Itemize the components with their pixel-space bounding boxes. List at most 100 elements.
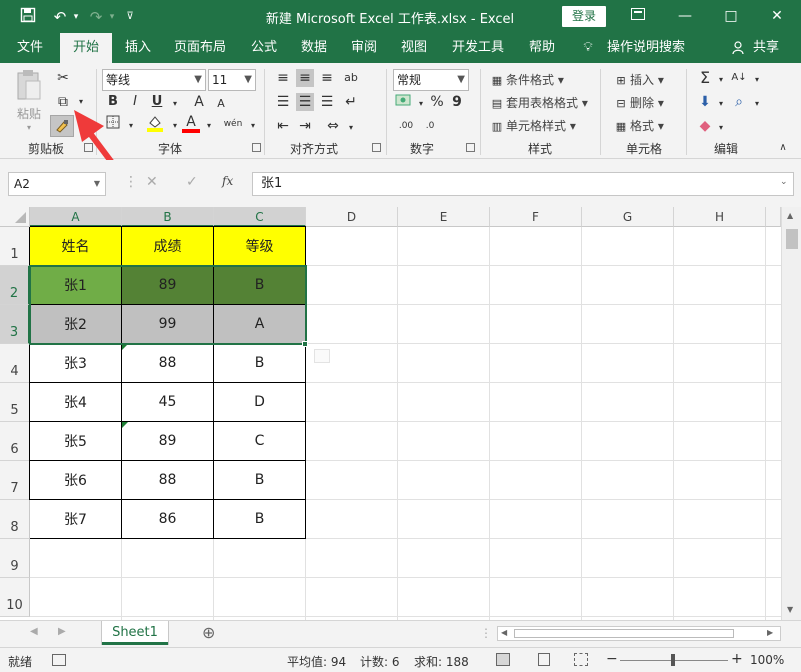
scroll-right-icon[interactable]: ▶ <box>767 628 773 637</box>
increase-indent-icon[interactable]: ⇥ <box>296 117 314 135</box>
cell-a5[interactable]: 张4 <box>30 383 122 422</box>
cell-c2[interactable]: B <box>214 266 306 305</box>
minimize-button[interactable]: — <box>662 0 708 33</box>
select-all-corner[interactable] <box>0 207 30 227</box>
borders-dropdown-icon[interactable]: ▾ <box>122 117 140 135</box>
underline-button[interactable]: U <box>148 93 166 111</box>
enter-icon[interactable]: ✓ <box>186 174 198 190</box>
sort-dropdown-icon[interactable]: ▾ <box>748 71 766 89</box>
cell-b6[interactable]: 89 <box>122 422 214 461</box>
font-size-select[interactable]: 11 ▼ <box>208 69 256 91</box>
ribbon-display-icon[interactable] <box>615 0 661 33</box>
sort-filter-icon[interactable]: A↓ <box>730 69 748 87</box>
cell-a7[interactable]: 张6 <box>30 461 122 500</box>
drag-handle-icon[interactable]: ⋮ <box>124 174 138 190</box>
clipboard-launcher-icon[interactable] <box>84 143 93 152</box>
quick-analysis-icon[interactable] <box>314 349 330 363</box>
cell-styles-button[interactable]: ▥ 单元格样式 ▾ <box>488 117 576 136</box>
cell-b4[interactable]: 88 <box>122 344 214 383</box>
cell-a4[interactable]: 张3 <box>30 344 122 383</box>
delete-cells-button[interactable]: ⊟ 删除 ▾ <box>612 94 663 113</box>
tell-me-search[interactable]: 操作说明搜索 <box>604 33 688 63</box>
alignment-launcher-icon[interactable] <box>372 143 381 152</box>
error-indicator-icon[interactable] <box>122 422 128 428</box>
align-right-icon[interactable]: ☰ <box>318 93 336 111</box>
horizontal-scrollbar[interactable]: ◀ ▶ <box>497 626 781 641</box>
font-color-dropdown-icon[interactable]: ▾ <box>200 117 218 135</box>
name-box[interactable]: A2 ▼ <box>8 172 106 196</box>
phonetic-dropdown-icon[interactable]: ▾ <box>244 117 262 135</box>
column-header-a[interactable]: A <box>30 207 122 227</box>
sheet-tab-sheet1[interactable]: Sheet1 <box>102 621 168 645</box>
tab-developer[interactable]: 开发工具 <box>446 33 510 63</box>
tab-page-layout[interactable]: 页面布局 <box>168 33 232 63</box>
normal-view-icon[interactable] <box>496 653 510 666</box>
cell-a2[interactable]: 张1 <box>30 266 122 305</box>
cell-b8[interactable]: 86 <box>122 500 214 539</box>
vertical-scroll-thumb[interactable] <box>786 229 798 249</box>
row-header-8[interactable]: 8 <box>0 500 30 539</box>
zoom-slider-thumb[interactable] <box>671 654 675 666</box>
borders-icon[interactable] <box>104 115 122 133</box>
cancel-icon[interactable]: ✕ <box>146 174 158 190</box>
number-format-select[interactable]: 常规 ▼ <box>393 69 469 91</box>
clear-dropdown-icon[interactable]: ▾ <box>712 119 730 137</box>
column-header-h[interactable]: H <box>674 207 766 227</box>
find-select-icon[interactable]: ⌕ <box>730 93 748 111</box>
insert-cells-button[interactable]: ⊞ 插入 ▾ <box>612 71 663 90</box>
share-button[interactable]: 共享 <box>750 33 782 63</box>
autosum-dropdown-icon[interactable]: ▾ <box>712 71 730 89</box>
row-header-10[interactable]: 10 <box>0 578 30 617</box>
cell-b3[interactable]: 99 <box>122 305 214 344</box>
maximize-button[interactable]: □ <box>708 0 754 33</box>
decrease-indent-icon[interactable]: ⇤ <box>274 117 292 135</box>
fill-dropdown-icon[interactable]: ▾ <box>712 95 730 113</box>
column-header-d[interactable]: D <box>306 207 398 227</box>
horizontal-scroll-thumb[interactable] <box>514 629 734 638</box>
tab-formulas[interactable]: 公式 <box>244 33 284 63</box>
scroll-down-icon[interactable]: ▼ <box>787 605 793 614</box>
row-header-3[interactable]: 3 <box>0 305 30 344</box>
bold-button[interactable]: B <box>104 93 122 111</box>
cell-a8[interactable]: 张7 <box>30 500 122 539</box>
increase-decimal-icon[interactable]: .00 <box>396 117 416 135</box>
cell-a3[interactable]: 张2 <box>30 305 122 344</box>
page-layout-view-icon[interactable] <box>538 653 550 666</box>
tab-home[interactable]: 开始 <box>60 33 112 64</box>
find-dropdown-icon[interactable]: ▾ <box>748 95 766 113</box>
italic-button[interactable]: I <box>126 93 144 111</box>
row-header-5[interactable]: 5 <box>0 383 30 422</box>
insert-function-button[interactable]: fx <box>222 174 233 188</box>
shrink-font-button[interactable]: A <box>212 95 230 113</box>
conditional-formatting-button[interactable]: ▦ 条件格式 ▾ <box>488 71 564 90</box>
zoom-level[interactable]: 100% <box>750 653 784 667</box>
underline-dropdown-icon[interactable]: ▾ <box>166 95 184 113</box>
cell-a1[interactable]: 姓名 <box>30 227 122 266</box>
grow-font-button[interactable]: A <box>190 93 208 111</box>
row-header-1[interactable]: 1 <box>0 227 30 266</box>
scroll-up-icon[interactable]: ▲ <box>787 211 793 220</box>
next-sheet-icon[interactable]: ▶ <box>58 626 66 637</box>
font-color-button[interactable]: A <box>182 113 200 133</box>
orientation-icon[interactable]: ab <box>342 69 360 87</box>
tab-data[interactable]: 数据 <box>294 33 334 63</box>
row-header-6[interactable]: 6 <box>0 422 30 461</box>
macro-record-icon[interactable] <box>52 654 66 666</box>
row-header-9[interactable]: 9 <box>0 539 30 578</box>
formula-input[interactable]: 张1 <box>252 172 794 196</box>
row-header-4[interactable]: 4 <box>0 344 30 383</box>
number-launcher-icon[interactable] <box>466 143 475 152</box>
row-header-2[interactable]: 2 <box>0 266 30 305</box>
redo-dropdown-icon[interactable]: ▾ <box>102 7 122 27</box>
align-middle-icon[interactable]: ≡ <box>296 69 314 87</box>
cell-c4[interactable]: B <box>214 344 306 383</box>
cell-c1[interactable]: 等级 <box>214 227 306 266</box>
tab-help[interactable]: 帮助 <box>522 33 562 63</box>
copy-icon[interactable]: ⧉ <box>54 93 72 111</box>
align-left-icon[interactable]: ☰ <box>274 93 292 111</box>
column-header-c[interactable]: C <box>214 207 306 227</box>
vertical-scrollbar[interactable]: ▲ ▼ <box>781 207 801 620</box>
column-header-f[interactable]: F <box>490 207 582 227</box>
login-button[interactable]: 登录 <box>562 6 606 27</box>
cell-c3[interactable]: A <box>214 305 306 344</box>
